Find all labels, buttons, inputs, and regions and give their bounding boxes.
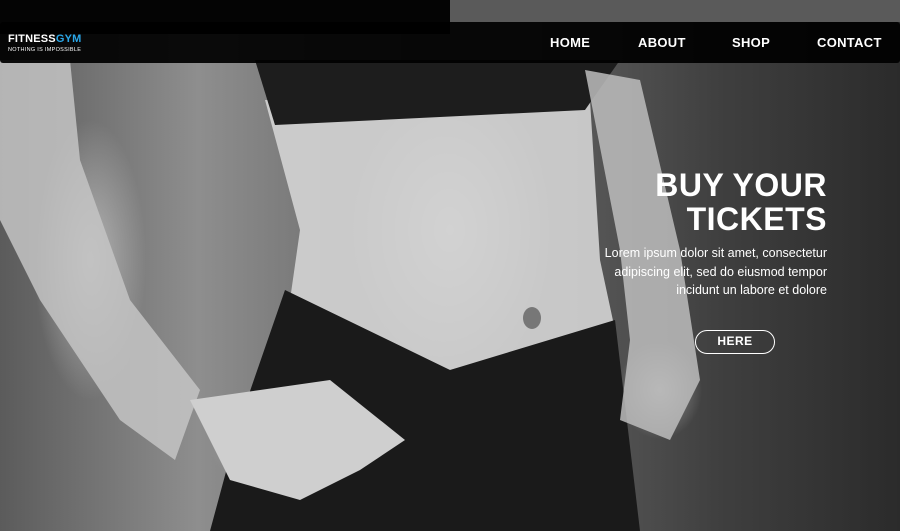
top-gray-strip bbox=[450, 0, 900, 22]
hero-description: Lorem ipsum dolor sit amet, consectetur … bbox=[604, 246, 827, 297]
logo-tagline: NOTHING IS IMPOSSIBLE bbox=[8, 47, 82, 53]
here-button[interactable]: HERE bbox=[695, 330, 775, 354]
logo-wordmark: FITNESSGYM bbox=[8, 33, 82, 45]
headline-line-2: TICKETS bbox=[686, 201, 827, 237]
nav-contact-link[interactable]: CONTACT bbox=[817, 35, 882, 50]
logo-gym: GYM bbox=[55, 33, 82, 45]
site-logo[interactable]: FITNESSGYM NOTHING IS IMPOSSIBLE bbox=[8, 33, 82, 53]
nav-shop-link[interactable]: SHOP bbox=[732, 35, 770, 50]
headline-line-1: BUY YOUR bbox=[655, 167, 827, 203]
nav-home-link[interactable]: HOME bbox=[550, 35, 590, 50]
logo-fitness: FITNESS bbox=[8, 33, 56, 45]
nav-about-link[interactable]: ABOUT bbox=[638, 35, 686, 50]
hero-headline: BUY YOUR TICKETS bbox=[527, 168, 827, 236]
